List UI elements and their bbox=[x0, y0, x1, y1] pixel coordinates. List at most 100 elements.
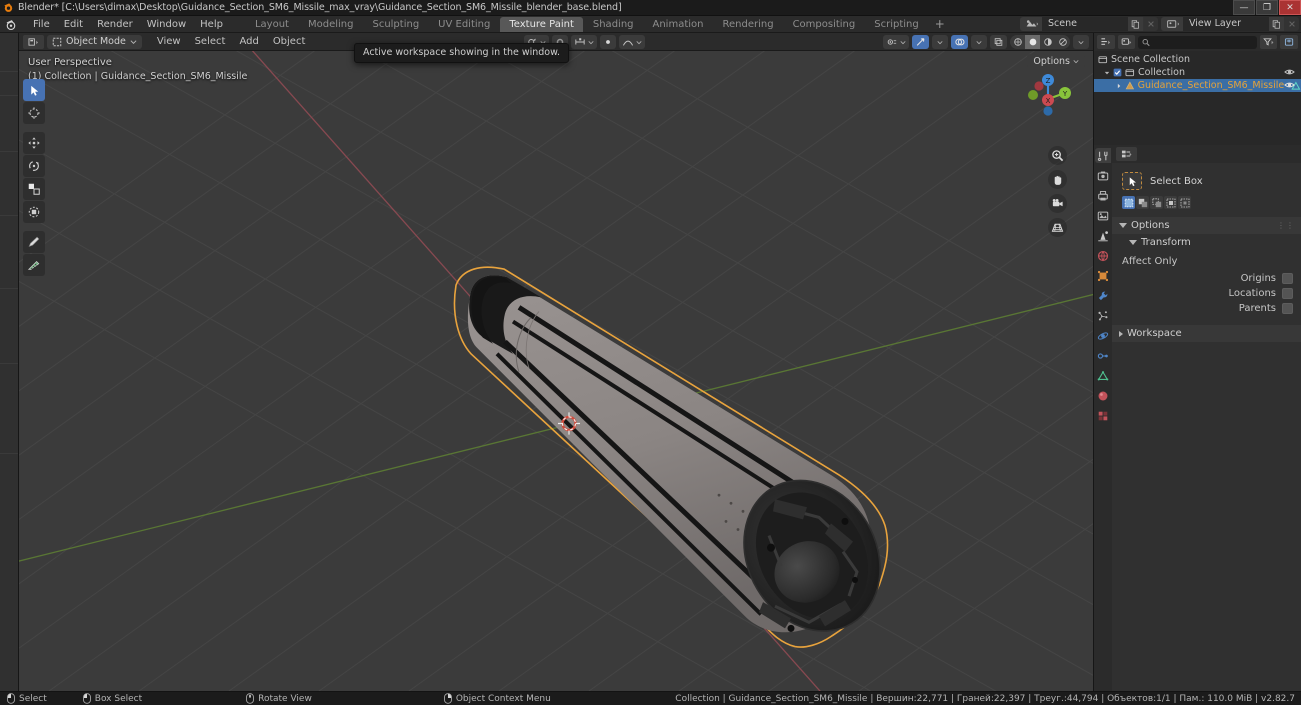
select-mode-extend[interactable] bbox=[1136, 196, 1149, 209]
workspace-tab-animation[interactable]: Animation bbox=[644, 17, 713, 32]
3d-viewport[interactable]: User Perspective (1) Collection | Guidan… bbox=[19, 51, 1093, 691]
navigation-gizmo[interactable]: Y Z X bbox=[1017, 63, 1079, 125]
outliner-display-mode-button[interactable] bbox=[1117, 35, 1136, 49]
tool-move[interactable] bbox=[23, 132, 45, 154]
collection-checkbox[interactable] bbox=[1113, 68, 1122, 77]
zoom-button[interactable] bbox=[1048, 146, 1067, 165]
properties-tab-material[interactable] bbox=[1095, 388, 1111, 403]
scene-icon[interactable] bbox=[1020, 17, 1042, 31]
workspace-tab-shading[interactable]: Shading bbox=[584, 17, 643, 32]
menu-object[interactable]: Object bbox=[267, 35, 312, 48]
select-mode-intersect[interactable] bbox=[1178, 196, 1191, 209]
menu-render[interactable]: Render bbox=[90, 17, 140, 32]
toggle-xray-button[interactable] bbox=[990, 35, 1007, 49]
unlink-view-layer-button[interactable] bbox=[1284, 17, 1299, 31]
tool-scale[interactable] bbox=[23, 178, 45, 200]
gizmo-dropdown-button[interactable] bbox=[932, 35, 948, 49]
interaction-mode-selector[interactable]: Object Mode bbox=[47, 34, 142, 49]
properties-tab-world[interactable] bbox=[1095, 248, 1111, 263]
outliner-filter-button[interactable] bbox=[1259, 35, 1278, 49]
proportional-editing-button[interactable] bbox=[600, 35, 616, 49]
outliner-search-input[interactable] bbox=[1153, 37, 1253, 47]
workspace-tab-compositing[interactable]: Compositing bbox=[784, 17, 865, 32]
affect-parents-row[interactable]: Parents bbox=[1112, 301, 1301, 316]
properties-tab-tool[interactable] bbox=[1095, 148, 1111, 163]
workspace-tab-scripting[interactable]: Scripting bbox=[865, 17, 927, 32]
shading-solid-button[interactable] bbox=[1025, 35, 1040, 49]
outliner-search-box[interactable] bbox=[1138, 35, 1257, 49]
tool-transform[interactable] bbox=[23, 201, 45, 223]
show-overlays-button[interactable] bbox=[951, 35, 968, 49]
camera-view-button[interactable] bbox=[1048, 194, 1067, 213]
affect-parents-checkbox[interactable] bbox=[1282, 303, 1293, 314]
show-gizmo-button[interactable] bbox=[912, 35, 929, 49]
maximize-button[interactable]: ❐ bbox=[1256, 0, 1278, 15]
tool-measure[interactable] bbox=[23, 254, 45, 276]
select-mode-subtract[interactable] bbox=[1150, 196, 1163, 209]
properties-tab-render[interactable] bbox=[1095, 168, 1111, 183]
toggle-perspective-button[interactable] bbox=[1048, 218, 1067, 237]
outliner-editor-type-button[interactable] bbox=[1097, 35, 1115, 49]
outliner-row-scene-collection[interactable]: Scene Collection bbox=[1094, 53, 1301, 66]
properties-tab-data[interactable] bbox=[1095, 368, 1111, 383]
shading-wireframe-button[interactable] bbox=[1010, 35, 1025, 49]
add-workspace-button[interactable]: + bbox=[929, 16, 951, 32]
affect-origins-row[interactable]: Origins bbox=[1112, 271, 1301, 286]
workspace-tab-modeling[interactable]: Modeling bbox=[299, 17, 363, 32]
workspace-panel-header[interactable]: Workspace bbox=[1112, 325, 1301, 342]
tool-tweak-select[interactable] bbox=[23, 79, 45, 101]
shading-dropdown-button[interactable] bbox=[1073, 35, 1089, 49]
minimize-button[interactable]: — bbox=[1233, 0, 1255, 15]
tool-rotate[interactable] bbox=[23, 155, 45, 177]
view-layer-name[interactable]: View Layer bbox=[1183, 17, 1269, 31]
editor-type-button[interactable] bbox=[23, 34, 44, 49]
affect-locations-row[interactable]: Locations bbox=[1112, 286, 1301, 301]
view-layer-selector[interactable]: View Layer bbox=[1161, 17, 1299, 31]
menu-window[interactable]: Window bbox=[140, 17, 193, 32]
workspace-tab-sculpting[interactable]: Sculpting bbox=[363, 17, 428, 32]
properties-tab-output[interactable] bbox=[1095, 188, 1111, 203]
shading-material-preview-button[interactable] bbox=[1040, 35, 1055, 49]
view-layer-icon[interactable] bbox=[1161, 17, 1183, 31]
properties-tab-constraints[interactable] bbox=[1095, 348, 1111, 363]
menu-help[interactable]: Help bbox=[193, 17, 230, 32]
menu-select[interactable]: Select bbox=[189, 35, 232, 48]
chevron-right-icon[interactable] bbox=[1116, 83, 1122, 89]
properties-editor-type-button[interactable] bbox=[1116, 147, 1137, 161]
select-mode-invert[interactable] bbox=[1164, 196, 1177, 209]
properties-tab-particles[interactable] bbox=[1095, 308, 1111, 323]
menu-view[interactable]: View bbox=[151, 35, 187, 48]
chevron-down-icon[interactable] bbox=[1104, 70, 1110, 76]
properties-tab-view-layer[interactable] bbox=[1095, 208, 1111, 223]
snap-target-button[interactable] bbox=[571, 35, 597, 49]
menu-file[interactable]: File bbox=[26, 17, 57, 32]
eye-icon[interactable] bbox=[1284, 67, 1295, 77]
tool-annotate[interactable] bbox=[23, 231, 45, 253]
object-visibility-button[interactable] bbox=[883, 35, 909, 49]
options-button[interactable]: Options bbox=[1027, 54, 1085, 68]
affect-locations-checkbox[interactable] bbox=[1282, 288, 1293, 299]
new-scene-button[interactable] bbox=[1128, 17, 1143, 31]
properties-tab-scene[interactable] bbox=[1095, 228, 1111, 243]
shading-rendered-button[interactable] bbox=[1055, 35, 1070, 49]
menu-add[interactable]: Add bbox=[233, 35, 264, 48]
unlink-scene-button[interactable] bbox=[1143, 17, 1158, 31]
affect-origins-checkbox[interactable] bbox=[1282, 273, 1293, 284]
scene-name[interactable]: Scene bbox=[1042, 17, 1128, 31]
collapsed-left-panel[interactable] bbox=[0, 33, 19, 691]
properties-tab-physics[interactable] bbox=[1095, 328, 1111, 343]
workspace-tab-uv-editing[interactable]: UV Editing bbox=[429, 17, 499, 32]
tool-cursor[interactable] bbox=[23, 102, 45, 124]
menu-edit[interactable]: Edit bbox=[57, 17, 90, 32]
outliner-row-missile-object[interactable]: Guidance_Section_SM6_Missile bbox=[1094, 79, 1301, 92]
new-view-layer-button[interactable] bbox=[1269, 17, 1284, 31]
properties-tab-modifier[interactable] bbox=[1095, 288, 1111, 303]
select-box-icon[interactable] bbox=[1122, 172, 1142, 190]
eye-icon[interactable] bbox=[1284, 80, 1295, 90]
proportional-falloff-button[interactable] bbox=[619, 35, 645, 49]
properties-tab-object[interactable] bbox=[1095, 268, 1111, 283]
overlays-dropdown-button[interactable] bbox=[971, 35, 987, 49]
workspace-tab-rendering[interactable]: Rendering bbox=[713, 17, 782, 32]
select-mode-set[interactable] bbox=[1122, 196, 1135, 209]
outliner-new-collection-button[interactable] bbox=[1280, 35, 1298, 49]
